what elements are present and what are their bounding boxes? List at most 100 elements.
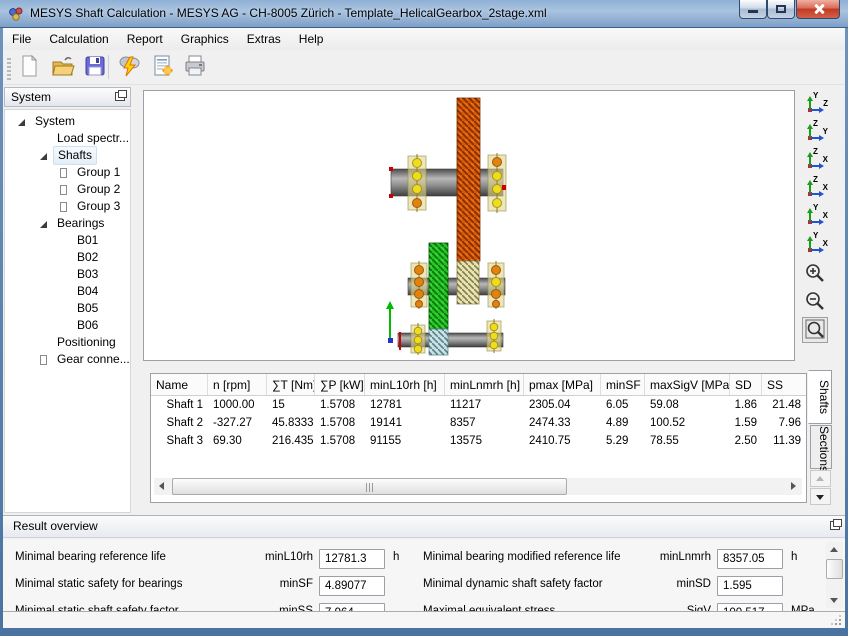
bearing-b04 <box>488 261 504 309</box>
tab-scroll-up-button[interactable] <box>810 470 831 487</box>
tree-item-b06[interactable]: B06 <box>5 317 130 334</box>
column-header[interactable]: minLnmrh [h] <box>445 374 524 395</box>
tab-sections[interactable]: Sections <box>810 425 832 469</box>
minL10rh-field[interactable] <box>319 549 385 569</box>
table-row-shaft-1[interactable]: Shaft 1 1000.00 15 1.5708 12781 11217 23… <box>151 396 806 414</box>
column-header[interactable]: Name <box>151 374 208 395</box>
menu-extras[interactable]: Extras <box>238 28 290 50</box>
scrollbar-thumb[interactable] <box>826 559 843 579</box>
tree-item-shafts[interactable]: Shafts <box>5 147 130 164</box>
shaft1-helical-gear <box>457 98 480 261</box>
expander-icon[interactable] <box>59 202 69 212</box>
scroll-right-button[interactable] <box>785 478 802 495</box>
report-button[interactable] <box>149 53 177 81</box>
menu-file[interactable]: File <box>3 28 40 50</box>
axes-zy-icon: ZY <box>805 122 825 142</box>
view-yx-button[interactable]: YX <box>802 203 828 229</box>
title-bar[interactable]: MESYS Shaft Calculation - MESYS AG - CH-… <box>0 0 848 28</box>
tree-item-group-1[interactable]: Group 1 <box>5 164 130 181</box>
scroll-up-button[interactable] <box>826 542 843 558</box>
column-header[interactable]: minL10rh [h] <box>365 374 445 395</box>
print-button[interactable] <box>181 53 209 81</box>
tree-item-bearings[interactable]: Bearings <box>5 215 130 232</box>
view-xz-button[interactable]: ZX <box>802 175 828 201</box>
system-panel-header[interactable]: System <box>4 87 131 107</box>
result-overview-header[interactable]: Result overview <box>3 515 845 538</box>
tree-item-positioning[interactable]: Positioning <box>5 334 130 351</box>
tree-item-gear-connections[interactable]: Gear conne... <box>5 351 130 368</box>
tree-item-load-spectrum[interactable]: Load spectr... <box>5 130 130 147</box>
scrollbar-thumb[interactable] <box>172 478 567 495</box>
zoom-in-button[interactable] <box>802 261 828 287</box>
expander-icon[interactable] <box>39 151 49 161</box>
tree-item-b05[interactable]: B05 <box>5 300 130 317</box>
menu-graphics[interactable]: Graphics <box>172 28 238 50</box>
column-header[interactable]: SS <box>762 374 806 395</box>
table-row-shaft-2[interactable]: Shaft 2 -327.27 45.8333 1.5708 19141 835… <box>151 414 806 432</box>
maximize-button[interactable] <box>767 0 795 19</box>
open-file-button[interactable] <box>49 53 77 81</box>
close-button[interactable] <box>796 0 840 19</box>
expander-icon[interactable] <box>59 185 69 195</box>
axes-xy-icon: YX <box>805 234 825 254</box>
minLnmrh-field[interactable] <box>717 549 783 569</box>
tree-item-b01[interactable]: B01 <box>5 232 130 249</box>
result-vertical-scrollbar[interactable] <box>826 542 843 608</box>
menu-bar: File Calculation Report Graphics Extras … <box>3 28 845 50</box>
minSD-field[interactable] <box>717 576 783 596</box>
column-header[interactable]: n [rpm] <box>208 374 267 395</box>
toolbar-grip[interactable] <box>7 56 11 80</box>
column-header[interactable]: ∑P [kW] <box>315 374 365 395</box>
system-tree: System Load spectr... Shafts Group 1 Gro… <box>4 109 131 513</box>
calculate-button[interactable] <box>115 53 143 81</box>
tab-shafts[interactable]: Shafts <box>808 370 832 424</box>
table-row-shaft-3[interactable]: Shaft 3 69.30 216.435 1.5708 91155 13575… <box>151 432 806 450</box>
new-file-button[interactable] <box>15 53 43 81</box>
shaft-3d-viewport[interactable] <box>143 90 795 361</box>
view-yz-button[interactable]: YZ <box>802 91 828 117</box>
table-horizontal-scrollbar[interactable] <box>154 478 802 495</box>
minSF-field[interactable] <box>319 576 385 596</box>
view-zx-button[interactable]: ZX <box>802 147 828 173</box>
column-header[interactable]: maxSigV [MPa] <box>645 374 730 395</box>
tree-item-group-3[interactable]: Group 3 <box>5 198 130 215</box>
arrow-down-icon <box>816 495 824 500</box>
SigV-field[interactable] <box>717 603 783 611</box>
menu-help[interactable]: Help <box>290 28 333 50</box>
float-panel-icon[interactable] <box>115 92 125 101</box>
zoom-to-fit-button[interactable] <box>802 317 828 343</box>
view-zy-button[interactable]: ZY <box>802 119 828 145</box>
scroll-down-button[interactable] <box>826 592 843 608</box>
minimize-button[interactable] <box>739 0 767 19</box>
expander-icon[interactable] <box>39 355 49 365</box>
column-header[interactable]: minSF <box>601 374 645 395</box>
menu-calculation[interactable]: Calculation <box>40 28 117 50</box>
tree-item-b04[interactable]: B04 <box>5 283 130 300</box>
expander-icon[interactable] <box>17 117 27 127</box>
app-icon[interactable] <box>8 6 24 22</box>
menu-report[interactable]: Report <box>118 28 172 50</box>
scroll-left-button[interactable] <box>154 478 171 495</box>
close-icon <box>813 4 825 14</box>
tree-item-b02[interactable]: B02 <box>5 249 130 266</box>
minSS-field[interactable] <box>319 603 385 611</box>
float-panel-icon[interactable] <box>830 521 840 530</box>
shaft2-pinion-gear <box>457 261 479 304</box>
axes-yx-icon: YX <box>805 206 825 226</box>
zoom-out-button[interactable] <box>802 289 828 315</box>
tree-item-system[interactable]: System <box>5 113 130 130</box>
save-floppy-icon <box>83 54 107 78</box>
tree-item-b03[interactable]: B03 <box>5 266 130 283</box>
expander-icon[interactable] <box>59 168 69 178</box>
print-icon <box>183 54 207 78</box>
view-xy-button[interactable]: YX <box>802 231 828 257</box>
resize-grip[interactable] <box>831 615 841 625</box>
tab-scroll-down-button[interactable] <box>810 488 831 505</box>
column-header[interactable]: SD <box>730 374 762 395</box>
save-file-button[interactable] <box>81 53 109 81</box>
expander-icon[interactable] <box>39 219 49 229</box>
column-header[interactable]: ∑T [Nm] <box>267 374 315 395</box>
column-header[interactable]: pmax [MPa] <box>524 374 601 395</box>
window-title: MESYS Shaft Calculation - MESYS AG - CH-… <box>30 6 547 20</box>
tree-item-group-2[interactable]: Group 2 <box>5 181 130 198</box>
